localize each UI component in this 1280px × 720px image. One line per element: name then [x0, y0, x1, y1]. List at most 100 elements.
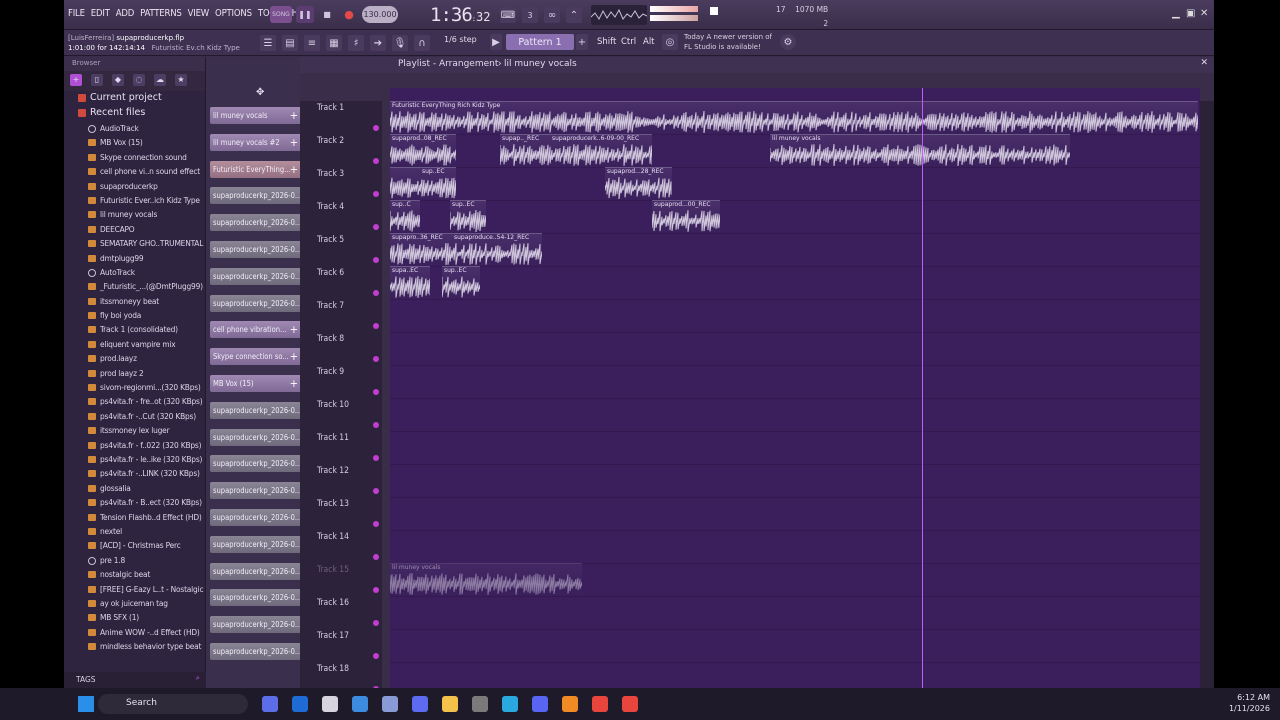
track-mute-led[interactable] [373, 422, 379, 428]
windows-start-icon[interactable] [78, 696, 94, 712]
browser-item[interactable]: AutoTrack [64, 265, 205, 279]
arrow-right-icon[interactable]: ➔ [370, 35, 386, 51]
track-lane[interactable] [390, 266, 1200, 299]
track-mute-led[interactable] [373, 653, 379, 659]
channel-plus-icon[interactable]: + [290, 136, 298, 149]
track-name[interactable]: Track 1 [317, 103, 344, 113]
countdown-icon[interactable]: 3 [522, 7, 538, 23]
typing-keyboard-icon[interactable]: ⌨ [500, 7, 516, 23]
channel-button[interactable]: supaproducerkp_2026-0... [210, 455, 301, 473]
plugin-icon[interactable]: ♯ [348, 35, 364, 51]
channel-button[interactable]: supaproducerkp_2026-0... [210, 294, 301, 312]
playlist-close-icon[interactable]: ✕ [1200, 58, 1208, 68]
audio-clip[interactable]: Futuristic EveryThing Rich Kidz Type [390, 101, 1198, 133]
browser-item[interactable]: itssmoneyy beat [64, 294, 205, 308]
track-mute-led[interactable] [373, 356, 379, 362]
audio-clip[interactable]: sup..EC [450, 200, 486, 232]
browser-item[interactable]: DEECAPO [64, 222, 205, 236]
track-mute-led[interactable] [373, 554, 379, 560]
menu-item[interactable]: FILE [68, 8, 85, 19]
taskbar-search[interactable]: Search [98, 694, 248, 714]
track-name[interactable]: Track 5 [317, 235, 344, 245]
browser-item[interactable]: ay ok juiceman tag [64, 596, 205, 610]
channel-button[interactable]: supaproducerkp_2026-0... [210, 535, 301, 553]
browser-item[interactable]: ps4vita.fr -..Cut (320 KBps) [64, 409, 205, 423]
browser-item[interactable]: prod laayz 2 [64, 366, 205, 380]
browser-item[interactable]: ps4vita.fr - le..ike (320 KBps) [64, 452, 205, 466]
track-lane[interactable] [390, 497, 1200, 530]
audio-clip[interactable]: sup..EC [420, 167, 456, 199]
track-mute-led[interactable] [373, 455, 379, 461]
browser-item[interactable]: sivom-regionmi...(320 KBps) [64, 380, 205, 394]
stop-button[interactable]: ■ [318, 6, 336, 23]
file-explorer-icon[interactable] [442, 696, 458, 712]
channel-button[interactable]: Futuristic EveryThing... + [210, 160, 301, 178]
browser-star-icon[interactable]: ★ [175, 74, 187, 86]
track-name[interactable]: Track 15 [317, 565, 349, 575]
track-name[interactable]: Track 8 [317, 334, 344, 344]
teams-icon[interactable] [262, 696, 278, 712]
browser-item[interactable]: itssmoney lex luger [64, 423, 205, 437]
pattern-selector[interactable]: Pattern 1 [506, 34, 574, 50]
settings-icon[interactable] [382, 696, 398, 712]
browser-item[interactable]: eliquent vampire mix [64, 337, 205, 351]
channel-button[interactable]: lil muney vocals + [210, 107, 301, 124]
track-mute-led[interactable] [373, 158, 379, 164]
track-name[interactable]: Track 10 [317, 400, 349, 410]
hint-icon[interactable]: ◎ [662, 34, 678, 50]
channel-plus-icon[interactable]: + [290, 377, 298, 390]
track-lane[interactable] [390, 167, 1200, 200]
ctrl-key[interactable]: Ctrl [618, 34, 639, 50]
browser-item[interactable]: fly boi yoda [64, 308, 205, 322]
track-name[interactable]: Track 14 [317, 532, 349, 542]
browser-app-icon[interactable] [502, 696, 518, 712]
browser-item[interactable]: ps4vita.fr -..LINK (320 KBps) [64, 466, 205, 480]
menu-item[interactable]: ADD [116, 8, 135, 19]
audio-clip[interactable]: lil muney vocals [390, 563, 582, 595]
piano-roll-icon[interactable]: ▦ [326, 35, 342, 51]
browser-item[interactable]: nostalgic beat [64, 567, 205, 581]
pause-button[interactable]: ❚❚ [296, 6, 314, 23]
browser-item[interactable]: prod.laayz [64, 351, 205, 365]
audio-clip[interactable]: supaprod..08_REC [390, 134, 456, 166]
microphone-icon[interactable]: 🎙 [392, 35, 408, 51]
menu-item[interactable]: EDIT [91, 8, 110, 19]
browser-item[interactable]: mindless behavior type beat [64, 639, 205, 653]
browser-item[interactable]: MB Vox (15) [64, 135, 205, 149]
playhead[interactable] [922, 88, 923, 688]
channel-plus-icon[interactable]: + [290, 350, 298, 363]
browser-item[interactable]: nextel [64, 524, 205, 538]
track-lane[interactable] [390, 662, 1200, 688]
tempo-display[interactable]: 130.000 [362, 6, 398, 23]
playlist-pattern-crumb[interactable]: lil muney vocals [504, 59, 577, 69]
browser-item[interactable]: Skype connection sound [64, 150, 205, 164]
track-mute-led[interactable] [373, 125, 379, 131]
mail-icon[interactable] [352, 696, 368, 712]
browser-item[interactable]: ps4vita.fr - f..022 (320 KBps) [64, 438, 205, 452]
track-name[interactable]: Track 18 [317, 664, 349, 674]
channel-button[interactable]: supaproducerkp_2026-0... [210, 267, 301, 285]
channel-plus-icon[interactable]: + [290, 109, 298, 122]
browser-item[interactable]: lil muney vocals [64, 207, 205, 221]
tags-bar[interactable]: TAGS ⌕ [64, 672, 206, 688]
browser-all-icon[interactable]: + [70, 74, 82, 86]
track-mute-led[interactable] [373, 224, 379, 230]
channel-button[interactable]: lil muney vocals #2 + [210, 133, 301, 151]
track-mute-led[interactable] [373, 323, 379, 329]
audio-clip[interactable]: supap.._REC [500, 134, 550, 166]
browser-item[interactable]: Anime WOW -..d Effect (HD) [64, 625, 205, 639]
audio-clip[interactable]: supaprod...00_REC [652, 200, 720, 232]
close-icon[interactable]: ✕ [1200, 8, 1208, 19]
magnet-icon[interactable]: ∩ [414, 35, 430, 51]
channel-button[interactable]: supaproducerkp_2026-0... [210, 214, 301, 232]
browser-item[interactable]: ps4vita.fr - B..ect (320 KBps) [64, 495, 205, 509]
channel-plus-icon[interactable]: + [290, 163, 298, 176]
browser-item[interactable]: MB SFX (1) [64, 610, 205, 624]
browser-item[interactable]: pre 1.8 [64, 553, 205, 567]
record-button[interactable]: ● [340, 6, 358, 23]
audio-clip[interactable]: supaproducerk..6-09-00_REC [550, 134, 652, 166]
audio-clip[interactable]: supaproduce..54-12_REC [452, 233, 542, 265]
channel-button[interactable]: supaproducerkp_2026-0... [210, 509, 301, 526]
browser-plugins-icon[interactable]: ◆ [112, 74, 124, 86]
channel-button[interactable]: supaproducerkp_2026-0... [210, 589, 301, 607]
